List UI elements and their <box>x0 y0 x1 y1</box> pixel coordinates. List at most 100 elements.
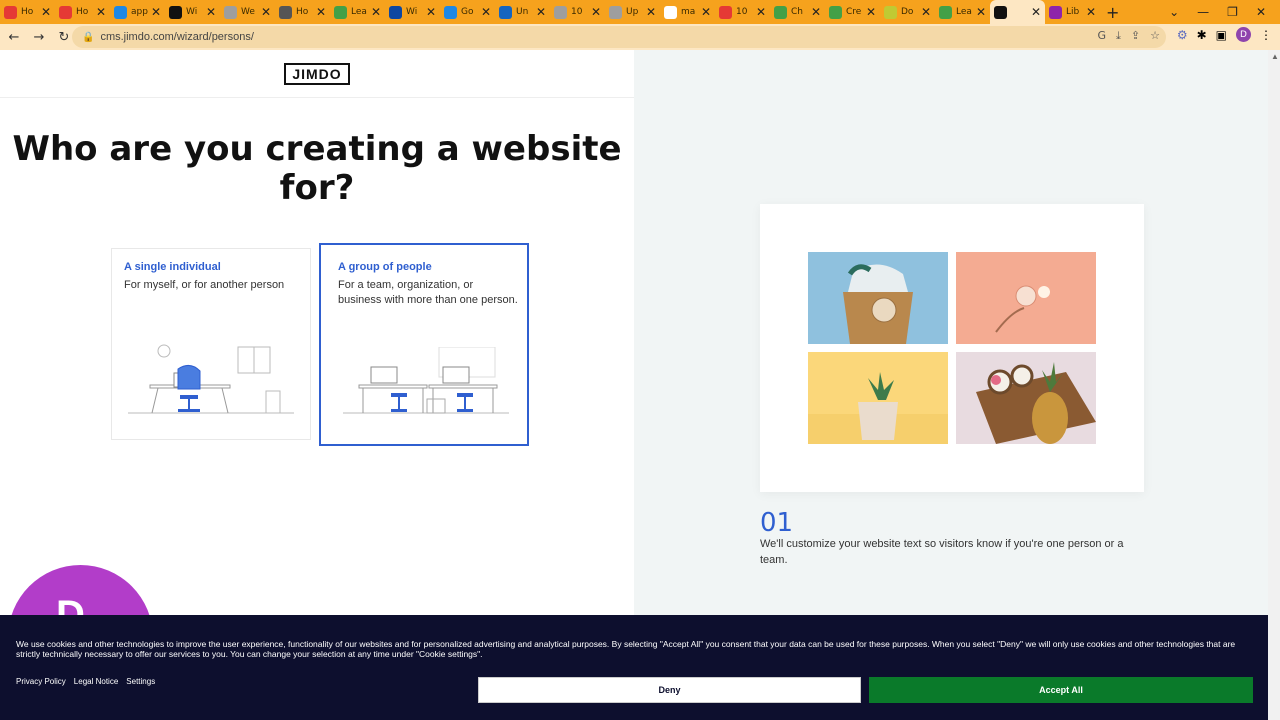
bookmark-star-icon[interactable]: ☆ <box>1150 29 1160 43</box>
browser-tab[interactable]: Lea ✕ <box>330 1 385 23</box>
tab-close-icon[interactable]: ✕ <box>261 5 271 19</box>
card-description: For a team, organization, or business wi… <box>338 279 518 306</box>
legal-notice-link[interactable]: Legal Notice <box>74 677 118 686</box>
tab-close-icon[interactable]: ✕ <box>536 5 546 19</box>
browser-toolbar: ← → ↻ 🔒 cms.jimdo.com/wizard/persons/ G … <box>0 24 1280 50</box>
browser-tab[interactable]: Ch ✕ <box>770 1 825 23</box>
settings-link[interactable]: Settings <box>126 677 155 686</box>
photo-succulent <box>808 352 948 444</box>
tab-close-icon[interactable]: ✕ <box>41 5 51 19</box>
tab-favicon-icon <box>444 5 457 19</box>
tab-close-icon[interactable]: ✕ <box>591 5 601 19</box>
tab-title: Ch <box>791 7 803 17</box>
tab-favicon-icon <box>334 5 347 19</box>
browser-tab[interactable]: Un ✕ <box>495 1 550 23</box>
tab-close-icon[interactable]: ✕ <box>371 5 381 19</box>
option-single-individual[interactable]: A single individual For myself, or for a… <box>111 248 311 440</box>
browser-tab[interactable]: Wi ✕ <box>385 1 440 23</box>
tab-close-icon[interactable]: ✕ <box>756 5 766 19</box>
browser-tab[interactable]: Cre ✕ <box>825 1 880 23</box>
url-text[interactable]: cms.jimdo.com/wizard/persons/ <box>100 31 253 43</box>
tab-title: Go <box>461 7 474 17</box>
browser-tab[interactable]: 10 ✕ <box>550 1 605 23</box>
close-window-button[interactable]: ✕ <box>1256 5 1266 19</box>
accept-all-button[interactable]: Accept All <box>869 677 1253 703</box>
browser-tab[interactable]: ✕ <box>990 0 1045 24</box>
browser-tab[interactable]: ma ✕ <box>660 1 715 23</box>
tab-title: Ho <box>76 7 89 17</box>
forward-icon[interactable]: → <box>28 30 50 45</box>
card-title: A single individual <box>124 261 221 273</box>
tab-title: 10 <box>571 7 583 17</box>
address-bar[interactable]: 🔒 cms.jimdo.com/wizard/persons/ G ⤓ ⇪ ☆ <box>72 26 1166 48</box>
page-scrollbar[interactable]: ▲ <box>1268 50 1280 720</box>
menu-icon[interactable]: ⋮ <box>1260 28 1272 42</box>
tab-favicon-icon <box>224 5 237 19</box>
tab-close-icon[interactable]: ✕ <box>1031 5 1041 19</box>
share-icon[interactable]: ⇪ <box>1131 29 1140 43</box>
tab-close-icon[interactable]: ✕ <box>921 5 931 19</box>
tab-close-icon[interactable]: ✕ <box>426 5 436 19</box>
tab-close-icon[interactable]: ✕ <box>316 5 326 19</box>
browser-tab[interactable]: Lea ✕ <box>935 1 990 23</box>
browser-tab[interactable]: Up ✕ <box>605 1 660 23</box>
browser-tab[interactable]: 10 ✕ <box>715 1 770 23</box>
browser-tab[interactable]: Do ✕ <box>880 1 935 23</box>
scroll-up-icon[interactable]: ▲ <box>1271 52 1279 62</box>
tab-favicon-icon <box>59 5 72 19</box>
card-description: For myself, or for another person <box>124 279 285 291</box>
restore-button[interactable]: ❐ <box>1227 5 1238 19</box>
card-title: A group of people <box>338 261 432 273</box>
browser-tab[interactable]: Go ✕ <box>440 1 495 23</box>
website-preview-card <box>760 204 1144 492</box>
tab-favicon-icon <box>499 5 512 19</box>
browser-tab[interactable]: app ✕ <box>110 1 165 23</box>
privacy-policy-link[interactable]: Privacy Policy <box>16 677 66 686</box>
tab-close-icon[interactable]: ✕ <box>96 5 106 19</box>
photo-coffee <box>956 252 1096 344</box>
puzzle-extensions-icon[interactable]: ✱ <box>1197 28 1207 42</box>
tab-search-icon[interactable]: ⌄ <box>1169 5 1179 19</box>
tab-close-icon[interactable]: ✕ <box>811 5 821 19</box>
tab-close-icon[interactable]: ✕ <box>866 5 876 19</box>
tab-title: Cre <box>846 7 862 17</box>
option-group-of-people[interactable]: A group of people For a team, organizati… <box>319 243 529 446</box>
deny-button[interactable]: Deny <box>478 677 861 703</box>
cookie-banner: We use cookies and other technologies to… <box>0 615 1268 720</box>
side-panel-icon[interactable]: ▣ <box>1216 28 1227 42</box>
tab-close-icon[interactable]: ✕ <box>151 5 161 19</box>
tab-title: Ho <box>21 7 34 17</box>
group-desks-illustration <box>343 347 509 414</box>
browser-tab[interactable]: Lib ✕ <box>1045 1 1100 23</box>
browser-tab[interactable]: Wi ✕ <box>165 1 220 23</box>
tab-title: Ho <box>296 7 309 17</box>
browser-tab[interactable]: Ho ✕ <box>55 1 110 23</box>
cookie-links: Privacy Policy Legal Notice Settings <box>16 677 155 686</box>
browser-tab[interactable]: We ✕ <box>220 1 275 23</box>
tab-close-icon[interactable]: ✕ <box>1086 5 1096 19</box>
tab-favicon-icon <box>939 5 952 19</box>
minimize-button[interactable]: — <box>1197 5 1209 19</box>
photo-basket <box>808 252 948 344</box>
tab-close-icon[interactable]: ✕ <box>481 5 491 19</box>
tab-favicon-icon <box>829 5 842 19</box>
lock-icon[interactable]: 🔒 <box>82 32 94 43</box>
tab-favicon-icon <box>994 5 1007 19</box>
back-icon[interactable]: ← <box>3 30 25 45</box>
google-lens-icon[interactable]: G <box>1098 29 1107 43</box>
extension-icon[interactable]: ⚙ <box>1177 28 1188 42</box>
tab-title: Up <box>626 7 639 17</box>
single-desk-illustration <box>128 344 294 414</box>
browser-tab[interactable]: Ho ✕ <box>275 1 330 23</box>
tab-close-icon[interactable]: ✕ <box>206 5 216 19</box>
install-icon[interactable]: ⤓ <box>1116 29 1121 43</box>
new-tab-button[interactable]: + <box>1106 3 1119 22</box>
profile-avatar[interactable]: D <box>1236 27 1251 42</box>
window-controls: ⌄ — ❐ ✕ <box>1169 0 1280 24</box>
tab-close-icon[interactable]: ✕ <box>701 5 711 19</box>
tab-title: Lea <box>956 7 972 17</box>
browser-tab[interactable]: Ho ✕ <box>0 1 55 23</box>
tab-close-icon[interactable]: ✕ <box>976 5 986 19</box>
tab-close-icon[interactable]: ✕ <box>646 5 656 19</box>
jimdo-logo[interactable]: JIMDO <box>284 62 350 85</box>
